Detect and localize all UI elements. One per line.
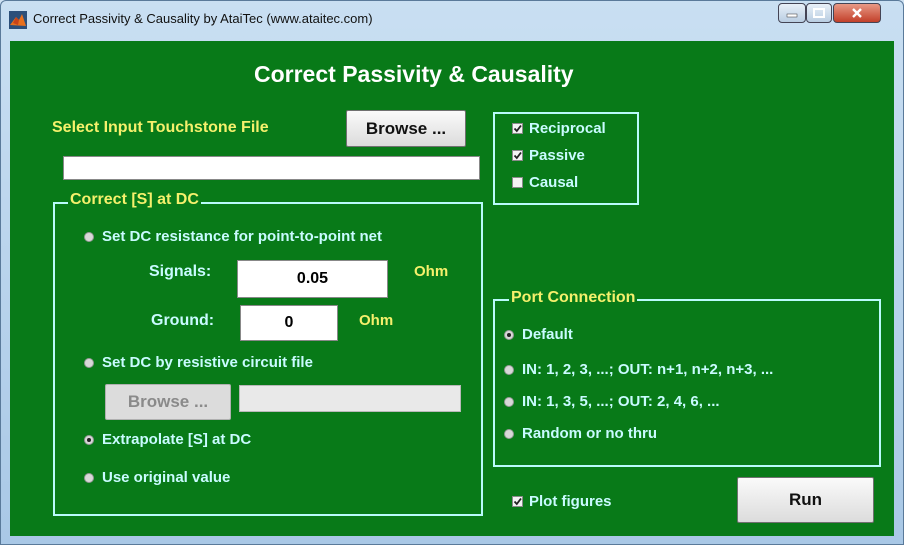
radio-port-random[interactable]: Random or no thru: [504, 425, 657, 442]
causal-label: Causal: [529, 174, 579, 191]
radio-icon: [84, 434, 94, 445]
radio-extrapolate[interactable]: Extrapolate [S] at DC: [84, 431, 251, 448]
input-file-path[interactable]: [63, 156, 480, 180]
browse-circuit-button[interactable]: Browse ...: [105, 384, 231, 420]
reciprocal-label: Reciprocal: [529, 120, 606, 137]
radio-icon: [504, 428, 514, 439]
signals-label: Signals:: [149, 263, 212, 280]
signals-unit: Ohm: [414, 263, 449, 280]
checkbox-icon: [512, 177, 523, 188]
set-dc-circuit-label: Set DC by resistive circuit file: [102, 354, 313, 371]
ground-label: Ground:: [151, 312, 215, 329]
radio-icon: [84, 472, 94, 483]
radio-port-sequential[interactable]: IN: 1, 2, 3, ...; OUT: n+1, n+2, n+3, ..…: [504, 361, 773, 378]
browse-input-button[interactable]: Browse ...: [346, 110, 466, 147]
radio-icon: [504, 329, 514, 340]
radio-icon: [84, 231, 94, 242]
passive-label: Passive: [529, 147, 585, 164]
page-title: Correct Passivity & Causality: [254, 61, 574, 87]
checkbox-icon: [512, 150, 523, 161]
radio-icon: [84, 357, 94, 368]
set-dc-resistance-label: Set DC resistance for point-to-point net: [102, 228, 383, 245]
minimize-icon: [786, 13, 798, 18]
maximize-icon: [813, 8, 825, 18]
plot-figures-label: Plot figures: [529, 493, 612, 510]
checkbox-icon: [512, 123, 523, 134]
port-option-label: IN: 1, 3, 5, ...; OUT: 2, 4, 6, ...: [522, 393, 720, 410]
matlab-icon: [9, 11, 27, 29]
close-icon: [852, 8, 862, 18]
input-file-label: Select Input Touchstone File: [52, 119, 269, 136]
minimize-button[interactable]: [778, 3, 806, 23]
radio-set-dc-resistance[interactable]: Set DC resistance for point-to-point net: [84, 228, 382, 245]
extrapolate-label: Extrapolate [S] at DC: [102, 431, 252, 448]
causal-checkbox[interactable]: Causal: [512, 174, 578, 191]
dc-group-title: Correct [S] at DC: [68, 191, 201, 209]
main-panel: Correct Passivity & Causality Select Inp…: [10, 41, 894, 536]
signals-resistance-input[interactable]: 0.05: [237, 260, 388, 298]
close-button[interactable]: [833, 3, 881, 23]
checkbox-icon: [512, 496, 523, 507]
radio-port-default[interactable]: Default: [504, 326, 573, 343]
title-bar[interactable]: Correct Passivity & Causality by AtaiTec…: [1, 1, 903, 39]
port-group-title: Port Connection: [509, 289, 638, 307]
port-option-label: IN: 1, 2, 3, ...; OUT: n+1, n+2, n+3, ..…: [522, 361, 774, 378]
run-button[interactable]: Run: [737, 477, 874, 523]
radio-icon: [504, 364, 514, 375]
reciprocal-checkbox[interactable]: Reciprocal: [512, 120, 606, 137]
plot-figures-checkbox[interactable]: Plot figures: [512, 493, 612, 510]
radio-use-original[interactable]: Use original value: [84, 469, 230, 486]
ground-unit: Ohm: [359, 312, 394, 329]
passive-checkbox[interactable]: Passive: [512, 147, 585, 164]
ground-resistance-input[interactable]: 0: [240, 305, 338, 341]
window-title: Correct Passivity & Causality by AtaiTec…: [33, 11, 373, 26]
circuit-file-path[interactable]: [239, 385, 461, 412]
port-option-label: Default: [522, 326, 573, 343]
radio-icon: [504, 396, 514, 407]
radio-set-dc-circuit-file[interactable]: Set DC by resistive circuit file: [84, 354, 313, 371]
use-original-label: Use original value: [102, 469, 231, 486]
maximize-button[interactable]: [806, 3, 832, 23]
port-option-label: Random or no thru: [522, 425, 657, 442]
app-window: Correct Passivity & Causality by AtaiTec…: [0, 0, 904, 545]
radio-port-interleaved[interactable]: IN: 1, 3, 5, ...; OUT: 2, 4, 6, ...: [504, 393, 720, 410]
